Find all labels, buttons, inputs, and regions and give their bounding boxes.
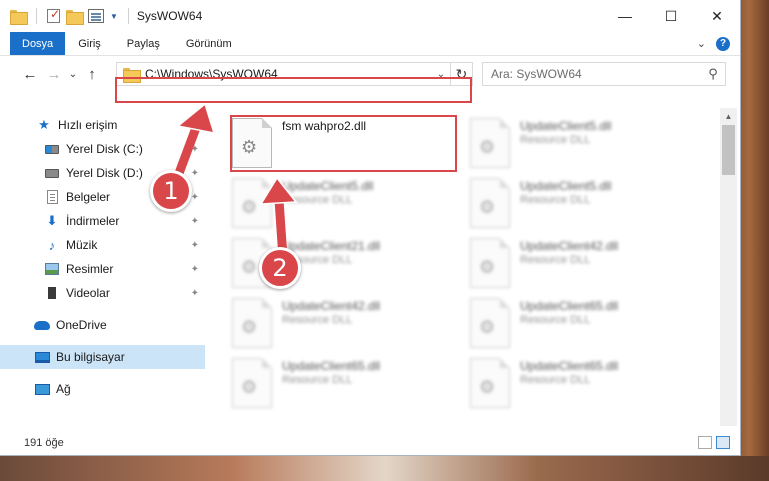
step-badge-2: 2: [259, 247, 301, 289]
annotation-arrows: [170, 102, 298, 263]
step-badge-1: 1: [150, 170, 192, 212]
arrow-1-head: [176, 102, 216, 134]
arrow-2-head: [259, 176, 298, 205]
